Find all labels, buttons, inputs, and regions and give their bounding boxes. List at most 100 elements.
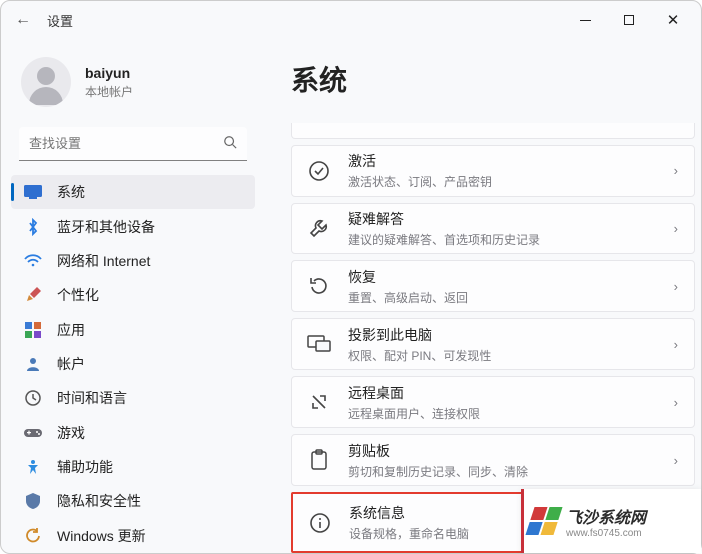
user-sub: 本地帐户 (85, 83, 133, 100)
sidebar-item-label: Windows 更新 (57, 526, 146, 546)
card-recovery[interactable]: 恢复 重置、高级启动、返回 › (291, 260, 695, 312)
card-text: 疑难解答 建议的疑难解答、首选项和历史记录 (348, 209, 674, 248)
body: baiyun 本地帐户 系统 蓝牙和其他设备 (1, 39, 701, 553)
avatar-body-icon (29, 87, 63, 105)
recovery-icon (306, 273, 332, 299)
accounts-icon (23, 354, 43, 374)
close-icon: ✕ (667, 11, 680, 29)
titlebar: ← 设置 ✕ (1, 1, 701, 39)
sidebar-item-label: 蓝牙和其他设备 (57, 217, 155, 237)
sidebar-item-network[interactable]: 网络和 Internet (11, 244, 255, 278)
minimize-button[interactable] (563, 4, 607, 36)
watermark-url: www.fs0745.com (566, 528, 646, 539)
card-title: 剪贴板 (348, 441, 674, 461)
sidebar-item-apps[interactable]: 应用 (11, 312, 255, 346)
user-name: baiyun (85, 65, 133, 81)
chevron-right-icon: › (674, 163, 678, 178)
window-title: 设置 (47, 11, 73, 30)
privacy-icon (23, 491, 43, 511)
sidebar-item-label: 游戏 (57, 423, 85, 443)
system-icon (23, 182, 43, 202)
card-title: 激活 (348, 151, 674, 171)
nav-list: 系统 蓝牙和其他设备 网络和 Internet 个性化 应用 (11, 175, 255, 553)
watermark-title: 飞沙系统网 (566, 504, 646, 528)
card-title: 恢复 (348, 267, 674, 287)
sidebar-item-accessibility[interactable]: 辅助功能 (11, 450, 255, 484)
sidebar-item-label: 辅助功能 (57, 457, 113, 477)
chevron-right-icon: › (674, 279, 678, 294)
search-box[interactable] (19, 127, 247, 161)
card-text: 投影到此电脑 权限、配对 PIN、可发现性 (348, 325, 674, 364)
sidebar-item-update[interactable]: Windows 更新 (11, 519, 255, 553)
card-sub: 激活状态、订阅、产品密钥 (348, 173, 674, 190)
watermark-logo-icon (530, 502, 566, 540)
sidebar-item-personalization[interactable]: 个性化 (11, 278, 255, 312)
minimize-icon (580, 20, 591, 21)
card-text: 剪贴板 剪切和复制历史记录、同步、清除 (348, 441, 674, 480)
main-panel: 系统 激活 激活状态、订阅、产品密钥 › 疑难解答 建议的疑难解答、首选项和历史… (261, 39, 701, 553)
sidebar-item-accounts[interactable]: 帐户 (11, 347, 255, 381)
time-icon (23, 388, 43, 408)
window-controls: ✕ (563, 4, 695, 36)
network-icon (23, 251, 43, 271)
bluetooth-icon (23, 217, 43, 237)
about-icon (307, 510, 333, 536)
card-sub: 剪切和复制历史记录、同步、清除 (348, 463, 674, 480)
sidebar-item-label: 时间和语言 (57, 388, 127, 408)
card-text: 激活 激活状态、订阅、产品密钥 (348, 151, 674, 190)
avatar-head-icon (37, 67, 55, 85)
project-icon (306, 331, 332, 357)
watermark: 飞沙系统网 www.fs0745.com (521, 489, 701, 553)
chevron-right-icon: › (674, 395, 678, 410)
card-troubleshoot[interactable]: 疑难解答 建议的疑难解答、首选项和历史记录 › (291, 203, 695, 255)
card-title: 远程桌面 (348, 383, 674, 403)
arrow-left-icon: ← (15, 11, 31, 29)
activation-icon (306, 158, 332, 184)
search-icon (223, 135, 237, 149)
card-slice-top[interactable] (291, 123, 695, 139)
settings-window: ← 设置 ✕ baiyun 本地帐户 (0, 0, 702, 554)
sidebar-item-privacy[interactable]: 隐私和安全性 (11, 484, 255, 518)
sidebar-item-time[interactable]: 时间和语言 (11, 381, 255, 415)
user-block[interactable]: baiyun 本地帐户 (11, 39, 255, 121)
card-sub: 重置、高级启动、返回 (348, 289, 674, 306)
sidebar-item-label: 应用 (57, 320, 85, 340)
page-title: 系统 (291, 59, 701, 99)
back-button[interactable]: ← (7, 4, 39, 36)
card-title: 疑难解答 (348, 209, 674, 229)
troubleshoot-icon (306, 216, 332, 242)
sidebar-item-system[interactable]: 系统 (11, 175, 255, 209)
accessibility-icon (23, 457, 43, 477)
sidebar-item-bluetooth[interactable]: 蓝牙和其他设备 (11, 209, 255, 243)
watermark-text: 飞沙系统网 www.fs0745.com (566, 504, 646, 539)
sidebar-item-gaming[interactable]: 游戏 (11, 416, 255, 450)
sidebar-item-label: 网络和 Internet (57, 251, 150, 271)
user-text: baiyun 本地帐户 (85, 65, 133, 100)
gaming-icon (23, 423, 43, 443)
sidebar-item-label: 系统 (57, 182, 85, 202)
remote-icon (306, 389, 332, 415)
avatar (21, 57, 71, 107)
card-title: 投影到此电脑 (348, 325, 674, 345)
chevron-right-icon: › (674, 453, 678, 468)
close-button[interactable]: ✕ (651, 4, 695, 36)
card-clipboard[interactable]: 剪贴板 剪切和复制历史记录、同步、清除 › (291, 434, 695, 486)
card-sub: 远程桌面用户、连接权限 (348, 405, 674, 422)
maximize-icon (624, 15, 634, 25)
card-project[interactable]: 投影到此电脑 权限、配对 PIN、可发现性 › (291, 318, 695, 370)
card-remote[interactable]: 远程桌面 远程桌面用户、连接权限 › (291, 376, 695, 428)
maximize-button[interactable] (607, 4, 651, 36)
sidebar-item-label: 隐私和安全性 (57, 491, 141, 511)
apps-icon (23, 320, 43, 340)
chevron-right-icon: › (674, 221, 678, 236)
card-activation[interactable]: 激活 激活状态、订阅、产品密钥 › (291, 145, 695, 197)
clipboard-icon (306, 447, 332, 473)
sidebar: baiyun 本地帐户 系统 蓝牙和其他设备 (1, 39, 261, 553)
chevron-right-icon: › (674, 337, 678, 352)
update-icon (23, 526, 43, 546)
search-input[interactable] (19, 127, 247, 161)
card-sub: 建议的疑难解答、首选项和历史记录 (348, 231, 674, 248)
card-sub: 权限、配对 PIN、可发现性 (348, 347, 674, 364)
card-text: 恢复 重置、高级启动、返回 (348, 267, 674, 306)
card-text: 远程桌面 远程桌面用户、连接权限 (348, 383, 674, 422)
